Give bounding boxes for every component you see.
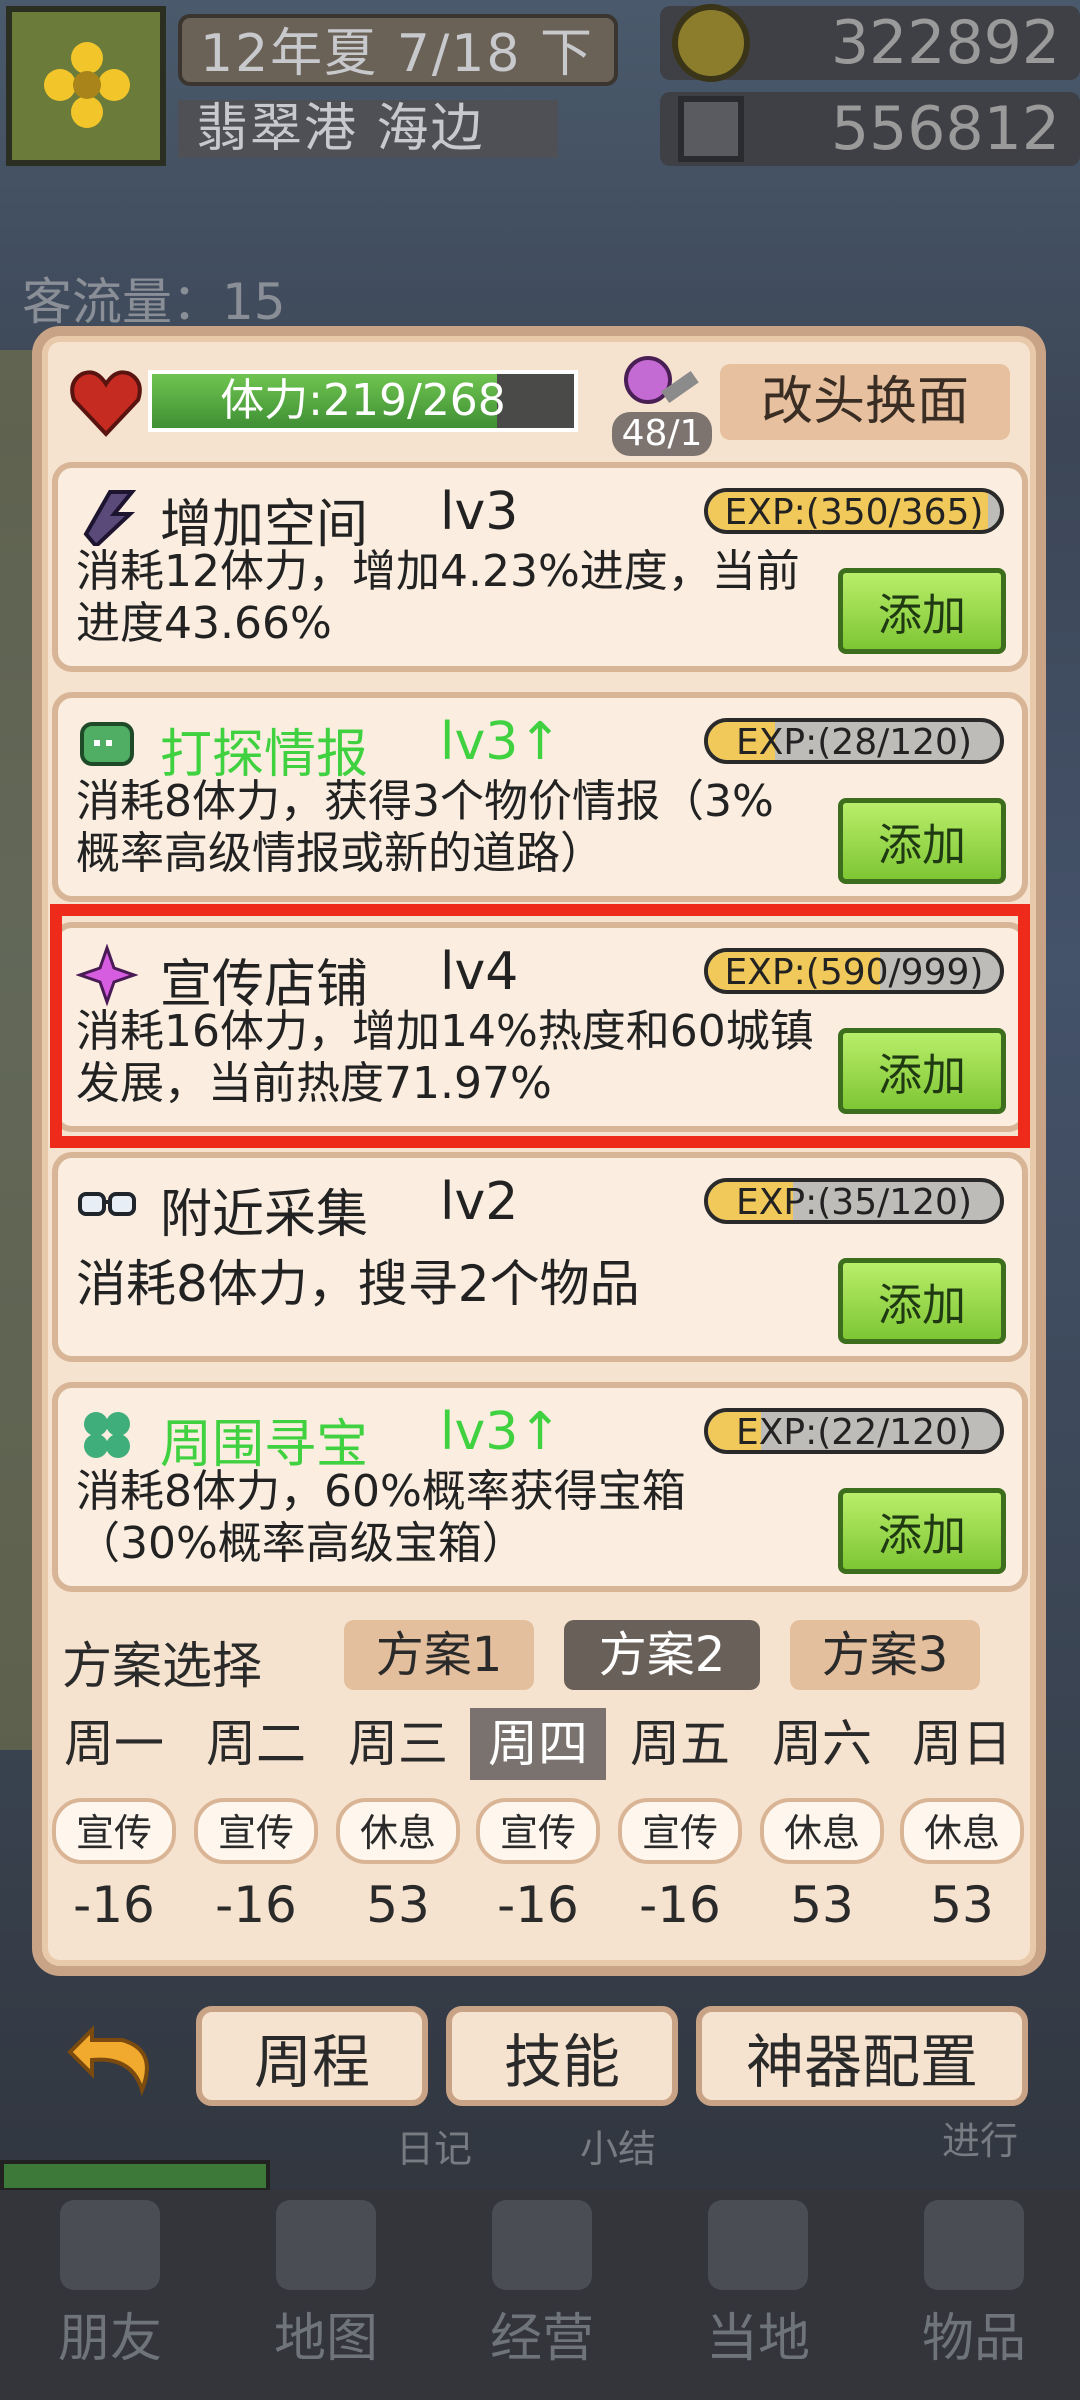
undo-arrow-icon[interactable]	[62, 2010, 172, 2110]
gem-value: 556812	[830, 94, 1060, 164]
nav-friends-icon	[60, 2200, 160, 2290]
skill-level: lv3	[440, 482, 519, 542]
weekday-tab[interactable]: 周六	[754, 1708, 890, 1780]
coin-icon	[672, 4, 750, 82]
tab-artifact-config[interactable]: 神器配置	[696, 2006, 1028, 2106]
exp-bar: EXP:(28/120)	[704, 718, 1004, 764]
gem-icon	[678, 96, 744, 162]
day-activity-button[interactable]: 宣传	[52, 1798, 176, 1864]
day-stamina-cost: -16	[639, 1876, 721, 1934]
plan-3-button[interactable]: 方案3	[790, 1620, 980, 1690]
nav-local-icon	[708, 2200, 808, 2290]
stamina-label: 体力:219/268	[220, 375, 506, 426]
skill-level: lv3↑	[440, 1402, 562, 1462]
proceed-label[interactable]: 进行	[942, 2110, 1018, 2165]
add-skill-button[interactable]: 添加	[838, 568, 1006, 654]
day-activity-button[interactable]: 宣传	[618, 1798, 742, 1864]
potion-count: 48/1	[612, 412, 712, 456]
location-label: 翡翠港 海边	[178, 100, 558, 158]
plan-select-label: 方案选择	[62, 1637, 262, 1695]
skill-description: 消耗12体力，增加4.23%进度，当前进度43.66%	[76, 546, 800, 649]
add-skill-button[interactable]: 添加	[838, 1488, 1006, 1574]
exp-bar: EXP:(22/120)	[704, 1408, 1004, 1454]
traffic-label: 客流量：15	[22, 273, 286, 331]
skill-name: 附近采集	[160, 1185, 369, 1245]
nav-business-icon	[492, 2200, 592, 2290]
day-activity-button[interactable]: 宣传	[194, 1798, 318, 1864]
makeover-button[interactable]: 改头换面	[720, 364, 1010, 440]
add-skill-button[interactable]: 添加	[838, 798, 1006, 884]
day-activity-button[interactable]: 休息	[760, 1798, 884, 1864]
weekday-tab[interactable]: 周五	[612, 1708, 748, 1780]
skill-level: lv2	[440, 1172, 519, 1232]
exp-bar: EXP:(35/120)	[704, 1178, 1004, 1224]
flower-badge-icon[interactable]	[6, 6, 166, 166]
nav-map[interactable]: 地图	[246, 2296, 406, 2371]
highlight-frame	[50, 904, 1030, 1148]
tab-weekly-schedule[interactable]: 周程	[196, 2006, 428, 2106]
weekday-tab[interactable]: 周一	[46, 1708, 182, 1780]
exp-label: EXP:(350/365)	[724, 492, 984, 533]
weekday-tab[interactable]: 周二	[188, 1708, 324, 1780]
progress-strip	[0, 2160, 270, 2192]
weekday-tab[interactable]: 周日	[894, 1708, 1030, 1780]
weekday-tab[interactable]: 周四	[470, 1708, 606, 1780]
goggles-icon	[76, 1174, 138, 1240]
add-skill-button[interactable]: 添加	[838, 1258, 1006, 1344]
exp-label: EXP:(22/120)	[736, 1412, 972, 1453]
nav-map-icon	[276, 2200, 376, 2290]
day-activity-button[interactable]: 休息	[336, 1798, 460, 1864]
exp-bar: EXP:(350/365)	[704, 488, 1004, 534]
day-stamina-cost: 53	[930, 1876, 994, 1934]
exp-label: EXP:(35/120)	[736, 1182, 972, 1223]
heart-icon	[70, 370, 142, 437]
nav-local[interactable]: 当地	[678, 2296, 838, 2371]
skill-description: 消耗8体力，搜寻2个物品	[76, 1255, 640, 1313]
lightning-wing-icon	[76, 484, 138, 550]
plan-2-button[interactable]: 方案2	[564, 1620, 760, 1690]
day-stamina-cost: -16	[215, 1876, 297, 1934]
plan-1-button[interactable]: 方案1	[344, 1620, 534, 1690]
day-stamina-cost: -16	[497, 1876, 579, 1934]
summary-label[interactable]: 小结	[580, 2118, 656, 2173]
day-activity-button[interactable]: 宣传	[476, 1798, 600, 1864]
nav-items[interactable]: 物品	[894, 2296, 1054, 2371]
day-stamina-cost: 53	[366, 1876, 430, 1934]
nav-items-icon	[924, 2200, 1024, 2290]
day-activity-button[interactable]: 休息	[900, 1798, 1024, 1864]
diary-label[interactable]: 日记	[396, 2118, 472, 2173]
tab-skills[interactable]: 技能	[446, 2006, 678, 2106]
date-weather-label: 12年夏 7/18 下雨	[178, 14, 618, 156]
nav-friends[interactable]: 朋友	[30, 2296, 190, 2371]
day-stamina-cost: 53	[790, 1876, 854, 1934]
day-stamina-cost: -16	[73, 1876, 155, 1934]
skill-level: lv3↑	[440, 712, 562, 772]
exp-label: EXP:(28/120)	[736, 722, 972, 763]
nav-business[interactable]: 经营	[462, 2296, 622, 2371]
weekday-tab[interactable]: 周三	[330, 1708, 466, 1780]
chat-bubble-icon	[76, 714, 138, 780]
skill-description: 消耗8体力，60%概率获得宝箱（30%概率高级宝箱）	[76, 1466, 686, 1569]
skill-description: 消耗8体力，获得3个物价情报（3%概率高级情报或新的道路）	[76, 776, 774, 879]
coin-value: 322892	[830, 8, 1060, 78]
clover-icon	[76, 1404, 138, 1470]
